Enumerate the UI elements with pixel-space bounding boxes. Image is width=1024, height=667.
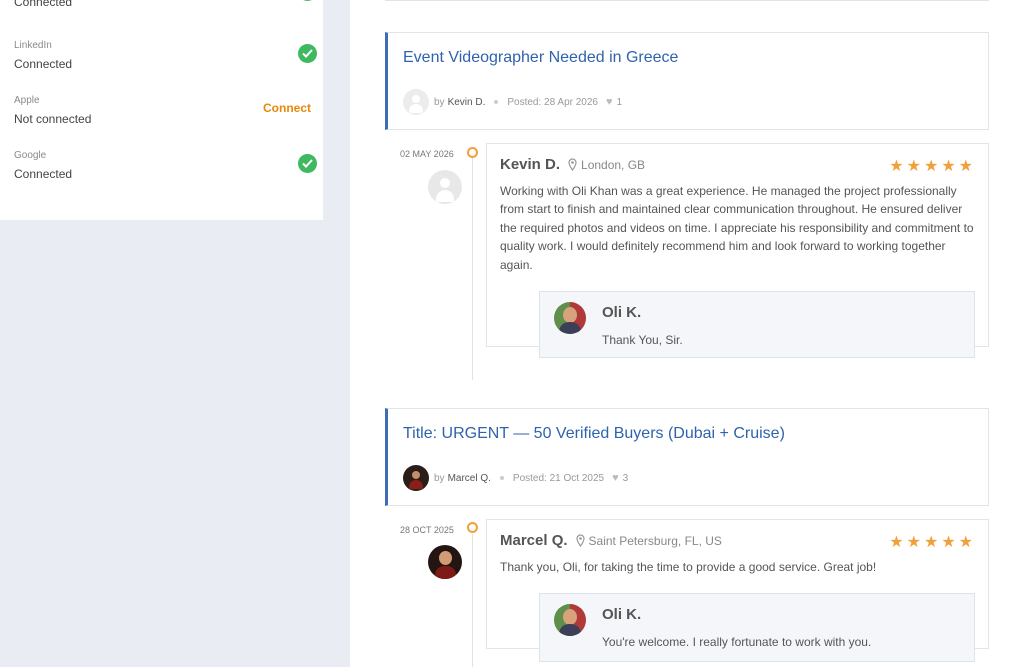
reviewer-avatar[interactable] — [428, 170, 462, 204]
by-label: by — [434, 96, 445, 108]
job-card: Title: URGENT — 50 Verified Buyers (Duba… — [385, 408, 989, 506]
review-header: Marcel Q. Saint Petersburg, FL, US — [500, 532, 722, 549]
author-link[interactable]: Kevin D. — [448, 97, 486, 108]
feedback-panel: Event Videographer Needed in Greece by K… — [350, 0, 1024, 667]
separator-dot — [494, 100, 499, 104]
reply-card: Oli K. You're welcome. I really fortunat… — [539, 593, 975, 662]
reviewer-location: London, GB — [581, 157, 646, 172]
job-title-link[interactable]: Title: URGENT — 50 Verified Buyers (Duba… — [403, 425, 785, 443]
posted-date: Posted: 21 Oct 2025 — [512, 472, 605, 484]
reply-text: Thank You, Sir. — [602, 333, 683, 347]
review-date: 02 MAY 2026 — [400, 149, 454, 159]
reply-author[interactable]: Oli K. — [602, 304, 641, 321]
connection-name: Google — [14, 150, 47, 161]
job-meta: by Marcel Q. Posted: 21 Oct 2025 ♥ 3 — [403, 465, 629, 491]
divider — [385, 0, 989, 1]
avatar[interactable] — [554, 604, 586, 636]
like-count: 1 — [616, 96, 623, 108]
heart-icon[interactable]: ♥ — [606, 96, 613, 108]
connect-apple-button[interactable]: Connect — [263, 101, 311, 115]
timeline-line — [472, 534, 473, 667]
author-link[interactable]: Marcel Q. — [448, 473, 491, 484]
location-pin-icon — [568, 158, 577, 171]
by-label: by — [434, 472, 445, 484]
review-date: 28 OCT 2025 — [400, 525, 454, 535]
job-meta: by Kevin D. Posted: 28 Apr 2026 ♥ 1 — [403, 89, 623, 115]
reply-text: You're welcome. I really fortunate to wo… — [602, 635, 872, 649]
connection-item-google: Google Connected — [14, 150, 317, 182]
star-rating: ★★★★★ — [889, 158, 976, 175]
job-card: Event Videographer Needed in Greece by K… — [385, 32, 989, 130]
avatar[interactable] — [403, 89, 429, 115]
reviewer-location: Saint Petersburg, FL, US — [588, 533, 722, 548]
posted-date: Posted: 28 Apr 2026 — [507, 96, 598, 108]
like-count: 3 — [622, 472, 629, 484]
connection-item: Connected — [14, 0, 317, 10]
heart-icon[interactable]: ♥ — [612, 472, 619, 484]
job-title-link[interactable]: Event Videographer Needed in Greece — [403, 49, 678, 67]
review-text: Working with Oli Khan was a great experi… — [500, 184, 974, 272]
star-rating: ★★★★★ — [889, 534, 976, 551]
connection-name: LinkedIn — [14, 40, 52, 51]
avatar[interactable] — [403, 465, 429, 491]
timeline-marker-icon — [467, 522, 478, 533]
reviewer-name[interactable]: Marcel Q. — [500, 532, 568, 549]
reply-author[interactable]: Oli K. — [602, 606, 641, 623]
timeline-line — [472, 158, 473, 380]
review-header: Kevin D. London, GB — [500, 156, 645, 173]
connection-status: Connected — [14, 167, 73, 181]
separator-dot — [499, 476, 504, 480]
check-circle-icon — [298, 154, 317, 173]
reply-card: Oli K. Thank You, Sir. — [539, 291, 975, 358]
connection-item-linkedin: LinkedIn Connected — [14, 40, 317, 72]
social-connections-panel: Connected LinkedIn Connected Apple Not c… — [0, 0, 323, 220]
reviewer-avatar[interactable] — [428, 545, 462, 579]
location-pin-icon — [575, 534, 585, 547]
connection-status: Connected — [14, 0, 73, 9]
reviewer-name[interactable]: Kevin D. — [500, 156, 560, 173]
avatar[interactable] — [554, 302, 586, 334]
review-text: Thank you, Oli, for taking the time to p… — [500, 560, 877, 574]
timeline-marker-icon — [467, 147, 478, 158]
check-circle-icon — [298, 44, 317, 63]
connection-status: Connected — [14, 57, 73, 71]
connection-item-apple: Apple Not connected Connect — [14, 95, 314, 127]
